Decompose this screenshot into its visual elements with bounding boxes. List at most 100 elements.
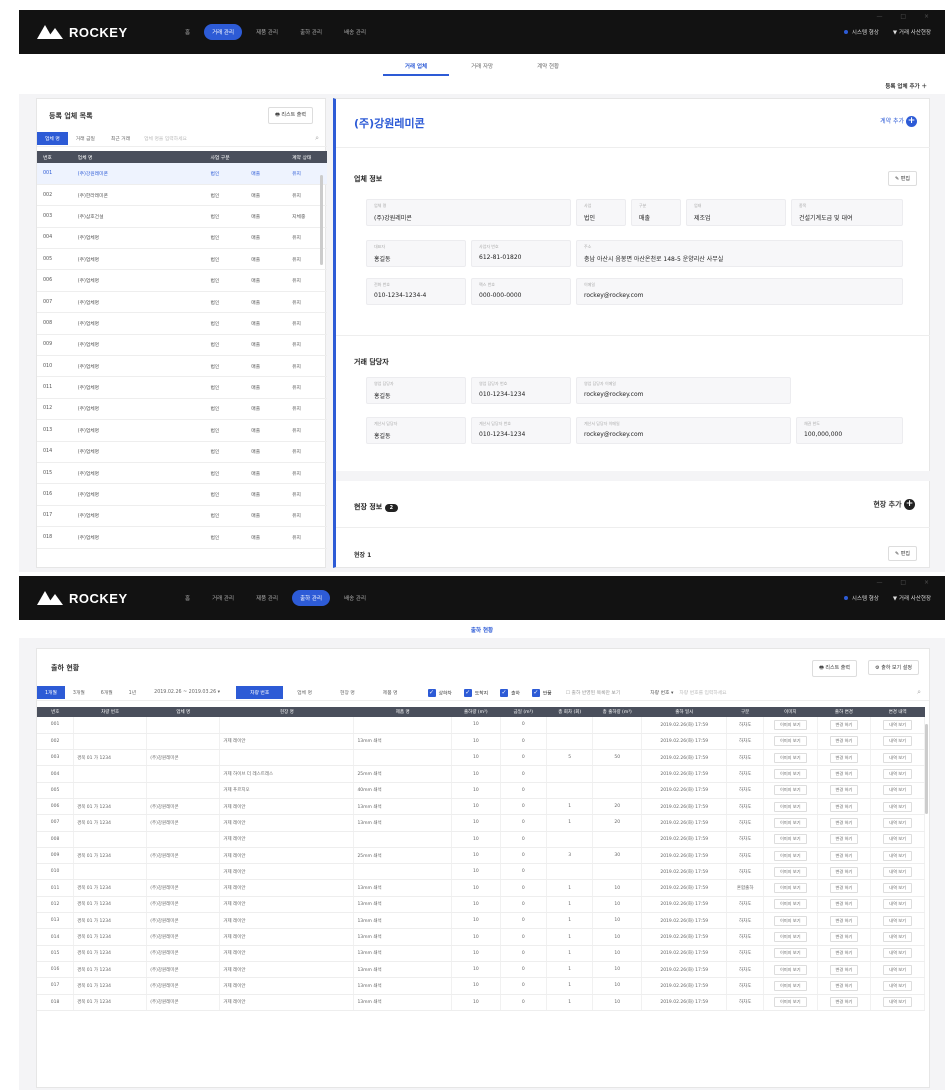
table-cell[interactable]: 내역 보기 [870, 782, 925, 799]
field-sales-phone[interactable]: 영업 담당자 번호 010-1234-1234 [471, 377, 571, 404]
rockey-logo-2[interactable]: ROCKEY [37, 591, 157, 606]
table-cell[interactable]: 변경 하기 [817, 879, 872, 897]
field-email[interactable]: 이메일 rockey@rockey.com [576, 278, 903, 305]
table-cell[interactable]: 변경 하기 [817, 912, 872, 930]
column-header[interactable]: 계약 상태 [286, 151, 327, 163]
table-scrollbar[interactable] [925, 724, 928, 814]
table-cell[interactable]: 이미지 보기 [763, 896, 818, 914]
table-cell[interactable]: 내역 보기 [870, 717, 925, 734]
reflected-only-toggle[interactable]: ☐ 출하 반영된 목록만 보기 [566, 689, 621, 696]
table-cell[interactable]: 내역 보기 [870, 814, 925, 832]
table-row[interactable]: 018 (주)업체명 법인 매출 유지 [37, 526, 327, 549]
nav-item-2[interactable]: 제품 관리 [248, 24, 286, 40]
table-row[interactable]: 013 (주)업체명 법인 매출 유지 [37, 419, 327, 442]
field-type[interactable]: 구분 매출 [631, 199, 681, 226]
nav-item-4[interactable]: 배송 관리 [336, 590, 374, 606]
nav-item-3[interactable]: 출하 관리 [292, 590, 331, 606]
table-cell[interactable]: 변경 하기 [817, 961, 872, 979]
table-row[interactable]: 008 (주)업체명 법인 매출 유지 [37, 312, 327, 335]
table-cell[interactable]: 변경 하기 [817, 928, 872, 946]
field-ceo[interactable]: 대표자 홍길동 [366, 240, 466, 267]
print-list-button-2[interactable]: 🖶 리스트 출력 [812, 660, 857, 677]
table-row[interactable]: 010 (주)업체명 법인 매출 유지 [37, 355, 327, 378]
column-header[interactable]: 출하 일시 [641, 707, 727, 717]
column-header[interactable]: 출하량 (m³) [451, 707, 501, 717]
table-row[interactable]: 003 (주)삼호건설 법인 매출 지체중 [37, 205, 327, 228]
add-company-button[interactable]: 등록 업체 추가 ＋ [885, 82, 927, 90]
table-cell[interactable]: 이미지 보기 [763, 977, 818, 995]
table-cell[interactable]: 이미지 보기 [763, 782, 818, 799]
view-image-button[interactable]: 이미지 보기 [773, 948, 807, 959]
change-button[interactable]: 변경 하기 [829, 915, 859, 926]
nav-item-0[interactable]: 홈 [177, 590, 198, 606]
system-status-2[interactable]: 시스템 형상 [843, 594, 879, 602]
view-image-button[interactable]: 이미지 보기 [773, 752, 807, 763]
table-cell[interactable]: 변경 하기 [817, 765, 872, 783]
nav-item-4[interactable]: 배송 관리 [336, 24, 374, 40]
view-image-button[interactable]: 이미지 보기 [773, 997, 807, 1008]
table-cell[interactable]: 이미지 보기 [763, 994, 818, 1011]
view-mode-3[interactable]: 제품 명 [369, 686, 412, 699]
table-cell[interactable]: 이미지 보기 [763, 765, 818, 783]
table-cell[interactable]: 변경 하기 [817, 798, 872, 816]
change-button[interactable]: 변경 하기 [829, 752, 859, 763]
view-settings-button[interactable]: ⚙ 출하 보기 설정 [868, 660, 919, 675]
history-button[interactable]: 내역 보기 [883, 834, 912, 845]
list-scrollbar[interactable] [320, 175, 323, 265]
history-button[interactable]: 내역 보기 [883, 948, 912, 959]
field-sales-email[interactable]: 영업 담당자 이메일 rockey@rockey.com [576, 377, 791, 404]
table-cell[interactable]: 이미지 보기 [763, 749, 818, 767]
column-header[interactable]: 차량 번호 [73, 707, 147, 717]
view-image-button[interactable]: 이미지 보기 [773, 834, 807, 845]
history-button[interactable]: 내역 보기 [883, 817, 912, 828]
table-cell[interactable]: 변경 하기 [817, 782, 872, 799]
column-header[interactable]: 변경 내역 [870, 707, 925, 717]
column-header[interactable]: 출하 변경 [817, 707, 871, 717]
change-button[interactable]: 변경 하기 [829, 866, 859, 877]
filter-today[interactable]: 거래 금일 [68, 132, 103, 145]
rockey-logo[interactable]: ROCKEY [37, 25, 157, 40]
column-header[interactable] [245, 151, 287, 163]
change-button[interactable]: 변경 하기 [829, 997, 859, 1008]
table-row[interactable]: 004 (주)업체명 법인 매출 유지 [37, 227, 327, 250]
table-cell[interactable]: 이미지 보기 [763, 945, 818, 962]
table-cell[interactable]: 변경 하기 [817, 863, 872, 881]
system-status[interactable]: 시스템 형상 [843, 28, 879, 36]
history-button[interactable]: 내역 보기 [883, 997, 912, 1008]
table-cell[interactable]: 이미지 보기 [763, 847, 818, 865]
table-cell[interactable]: 내역 보기 [870, 961, 925, 979]
add-contract-button[interactable]: 계약 추가 + [880, 116, 917, 127]
field-acct-name[interactable]: 계산서 담당자 홍길동 [366, 417, 466, 444]
field-acct-phone[interactable]: 계산서 담당자 번호 010-1234-1234 [471, 417, 571, 444]
table-cell[interactable]: 변경 하기 [817, 814, 872, 832]
history-button[interactable]: 내역 보기 [883, 866, 912, 877]
table-cell[interactable]: 변경 하기 [817, 847, 872, 865]
change-button[interactable]: 변경 하기 [829, 932, 859, 942]
history-button[interactable]: 내역 보기 [883, 964, 912, 975]
table-cell[interactable]: 내역 보기 [870, 945, 925, 962]
change-button[interactable]: 변경 하기 [829, 834, 859, 845]
view-image-button[interactable]: 이미지 보기 [773, 883, 807, 894]
view-image-button[interactable]: 이미지 보기 [773, 964, 807, 975]
add-site-button[interactable]: 현장 추가 + [873, 499, 915, 510]
search-icon[interactable]: ⌕ [315, 134, 319, 143]
window-controls[interactable]: — □ × [876, 13, 937, 20]
column-header[interactable]: 업체 명 [146, 707, 220, 717]
table-cell[interactable]: 변경 하기 [817, 831, 872, 848]
tab-1[interactable]: 거래 자망 [449, 58, 515, 76]
table-row[interactable]: 007 (주)업체명 법인 매출 유지 [37, 291, 327, 314]
change-button[interactable]: 변경 하기 [829, 964, 859, 975]
column-header[interactable]: 업체 명 [71, 151, 205, 163]
field-phone[interactable]: 전화 번호 010-1234-1234-4 [366, 278, 466, 305]
period-0[interactable]: 1개월 [37, 686, 65, 699]
print-list-button[interactable]: 🖶 리스트 출력 [268, 107, 313, 124]
table-cell[interactable]: 내역 보기 [870, 879, 925, 897]
history-button[interactable]: 내역 보기 [883, 980, 912, 991]
filter-company-name[interactable]: 업체 명 [37, 132, 68, 145]
filter-check-1[interactable]: ✓ 도착지 [463, 688, 488, 697]
table-cell[interactable]: 내역 보기 [870, 798, 925, 816]
field-fax[interactable]: 팩스 번호 000-000-0000 [471, 278, 571, 305]
column-header[interactable]: 현장 명 [219, 707, 354, 717]
view-image-button[interactable]: 이미지 보기 [773, 817, 807, 828]
filter-check-2[interactable]: ✓ 출하 [500, 688, 520, 697]
